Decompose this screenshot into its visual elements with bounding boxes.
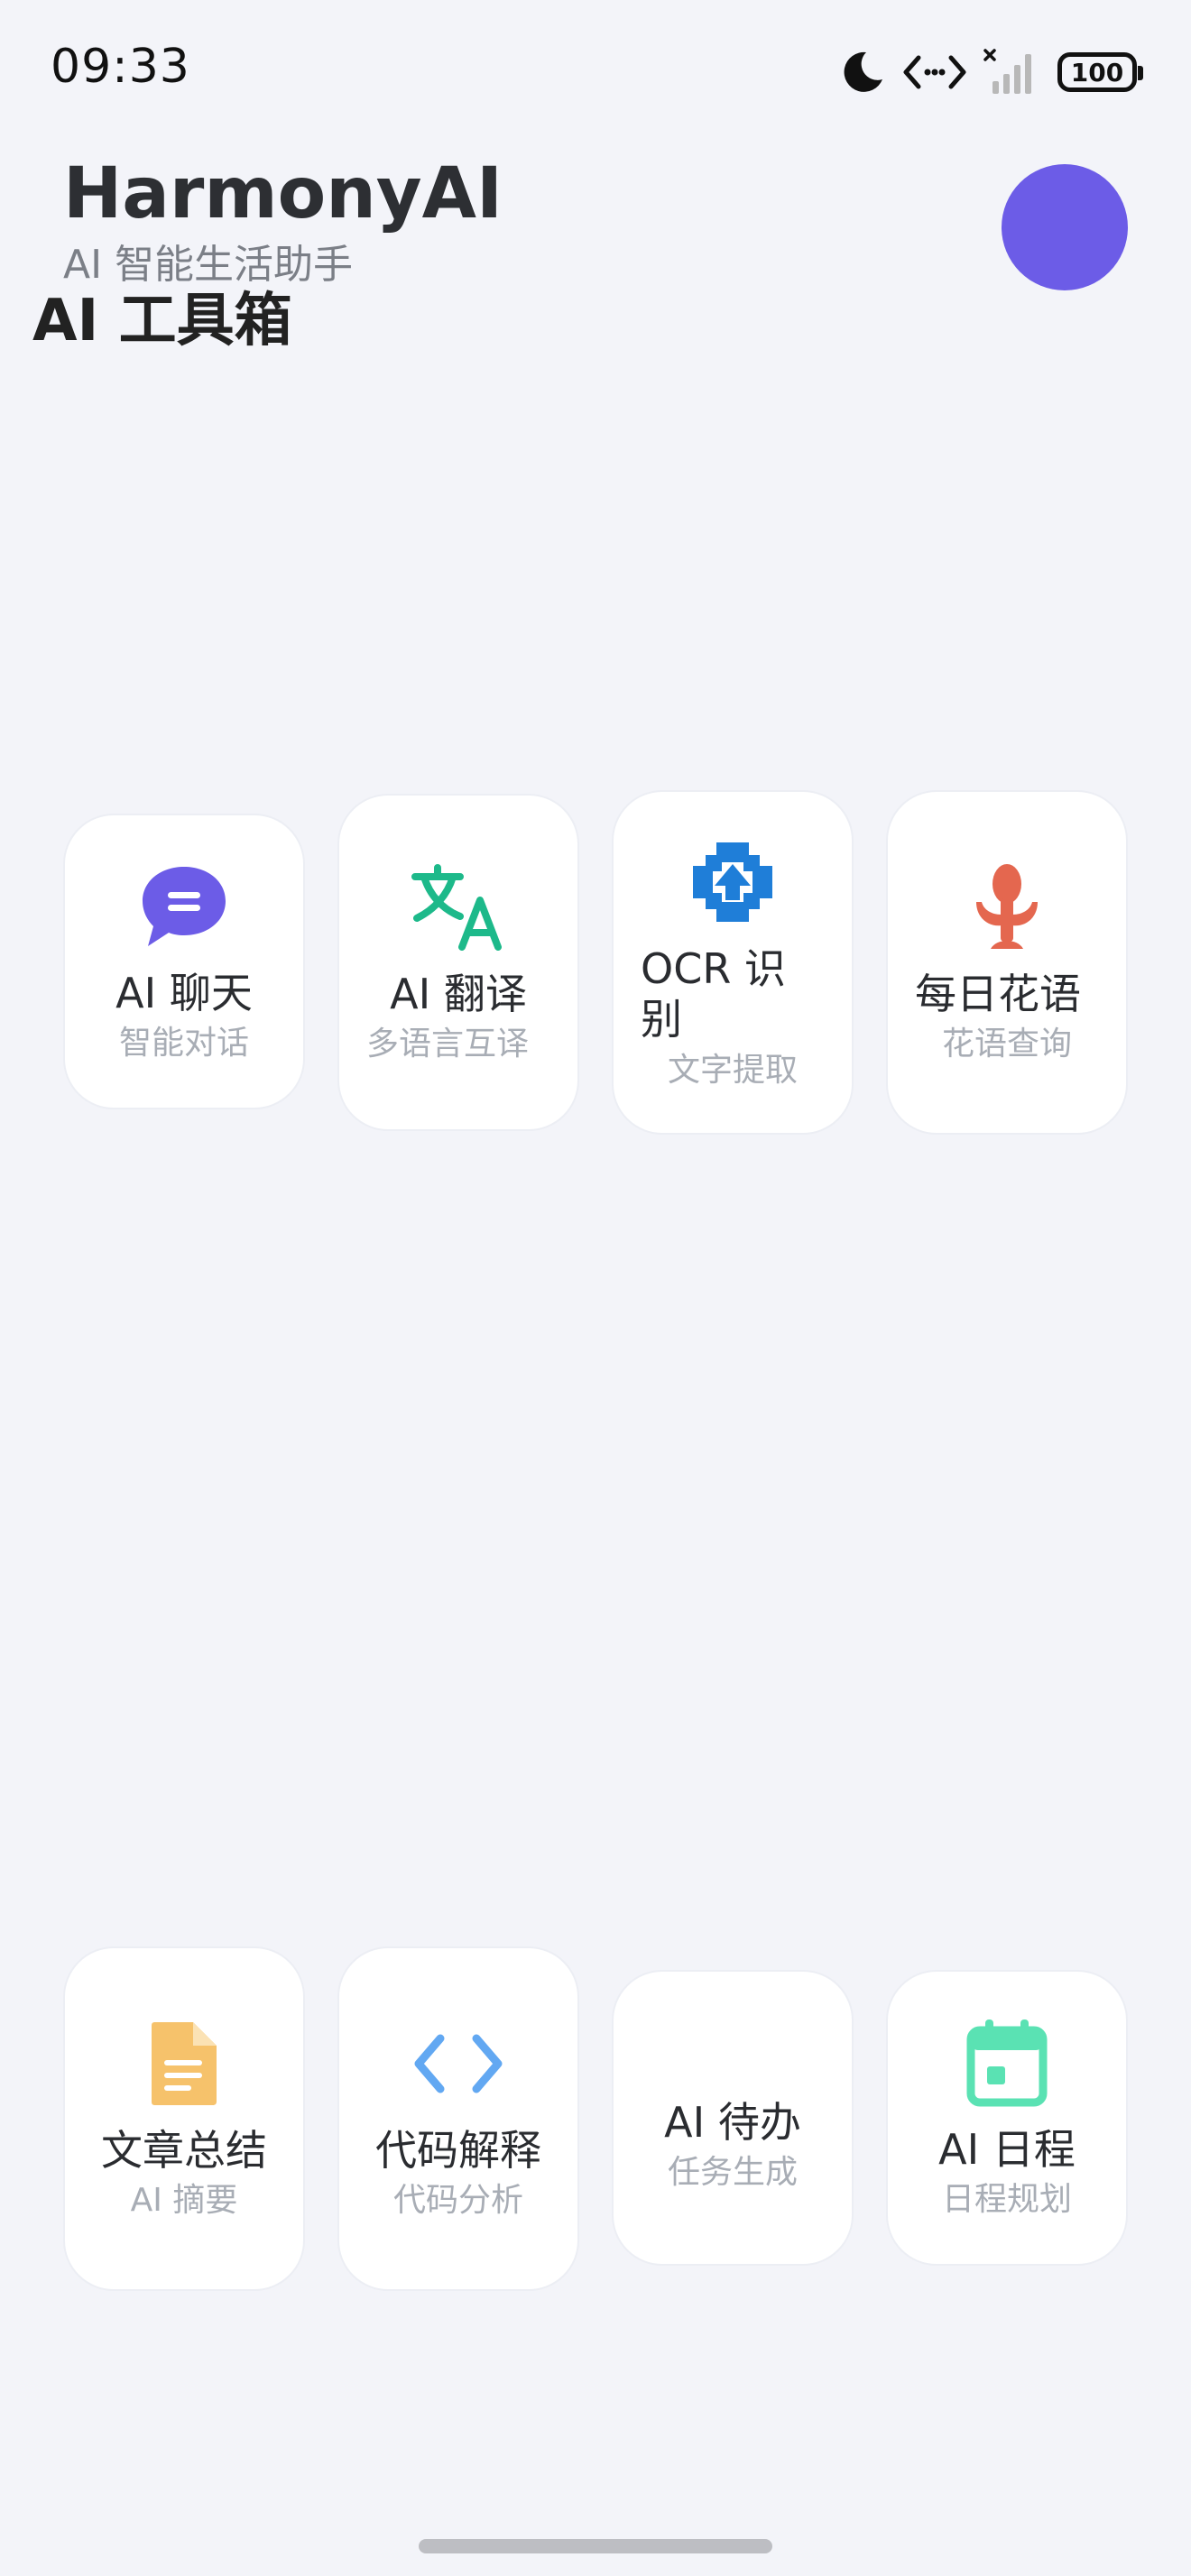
tool-card-ai-chat[interactable]: AI 聊天 智能对话: [63, 814, 305, 1109]
code-connection-icon: [903, 55, 966, 89]
moon-icon: [844, 51, 882, 92]
signal-no-service-icon: [983, 49, 1031, 94]
tool-card-code-explain[interactable]: 代码解释 代码分析: [337, 1946, 579, 2291]
battery-icon: 100: [1057, 52, 1143, 92]
tool-desc: 文字提取: [667, 1051, 798, 1089]
tool-title: AI 翻译: [390, 970, 527, 1019]
tool-desc: 日程规划: [941, 2181, 1072, 2219]
tool-title: 每日花语: [915, 970, 1081, 1019]
tool-desc: 多语言互译: [366, 1026, 530, 1063]
app-subtitle: AI 智能生活助手: [63, 242, 354, 288]
tool-card-ocr[interactable]: OCR 识别 文字提取: [612, 790, 854, 1135]
flower-icon: [960, 860, 1054, 954]
ocr-scan-icon: [686, 835, 780, 929]
tool-title: AI 聊天: [115, 969, 253, 1018]
status-time: 09:33: [51, 40, 190, 94]
app-title: HarmonyAI: [63, 153, 503, 235]
tool-card-article-summary[interactable]: 文章总结 AI 摘要: [63, 1946, 305, 2291]
tool-desc: 代码分析: [392, 2182, 523, 2220]
tool-card-ai-todo[interactable]: AI 待办 任务生成: [612, 1970, 854, 2266]
calendar-icon: [960, 2016, 1054, 2110]
tool-card-ai-translate[interactable]: AI 翻译 多语言互译: [337, 794, 579, 1131]
tool-title: OCR 识别: [641, 944, 786, 1044]
tool-desc: 花语查询: [941, 1026, 1072, 1063]
chat-bubble-icon: [137, 860, 231, 953]
avatar[interactable]: [1002, 164, 1128, 290]
tool-card-ai-schedule[interactable]: AI 日程 日程规划: [886, 1970, 1128, 2266]
tool-desc: AI 摘要: [130, 2182, 238, 2220]
tool-card-daily-flower[interactable]: 每日花语 花语查询: [886, 790, 1128, 1135]
tool-desc: 任务生成: [667, 2154, 798, 2192]
tool-title: AI 待办: [664, 2098, 801, 2148]
tool-title: 代码解释: [375, 2126, 541, 2176]
battery-level: 100: [1070, 57, 1124, 87]
home-indicator[interactable]: [419, 2539, 772, 2553]
section-title: AI 工具箱: [32, 288, 292, 354]
status-icons: 100: [839, 43, 1143, 101]
document-icon: [137, 2017, 231, 2111]
tool-title: 文章总结: [101, 2126, 267, 2176]
code-icon: [411, 2017, 505, 2111]
translate-icon: [411, 860, 505, 954]
tool-title: AI 日程: [938, 2125, 1076, 2175]
tool-desc: 智能对话: [118, 1025, 249, 1063]
